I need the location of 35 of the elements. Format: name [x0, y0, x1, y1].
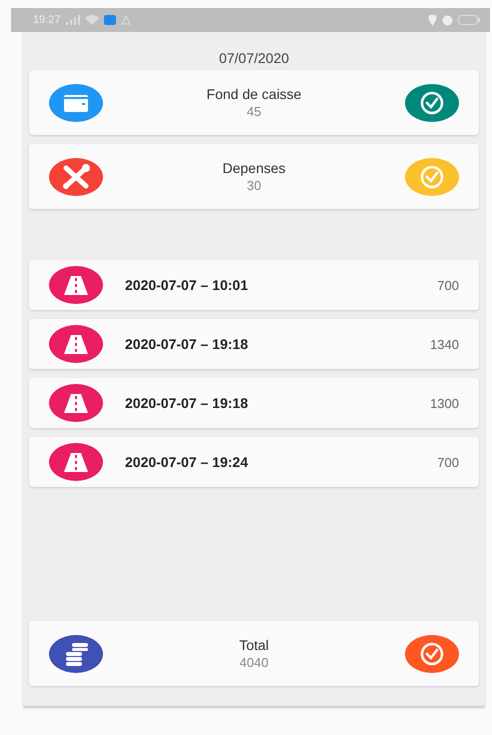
card-title: Depenses — [222, 160, 286, 176]
check-circle-icon[interactable] — [405, 158, 459, 196]
road-icon — [49, 443, 103, 481]
entry-card[interactable]: 2020-07-07 – 19:18 1300 — [29, 378, 479, 428]
card-title: Fond de caisse — [206, 86, 302, 102]
summary-card[interactable]: Depenses 30 — [29, 144, 479, 209]
entry-card[interactable]: 2020-07-07 – 10:01 700 — [29, 260, 479, 310]
check-circle-icon[interactable] — [405, 634, 459, 672]
check-circle-icon[interactable] — [405, 84, 459, 122]
wifi-icon — [84, 15, 99, 25]
card-value: 45 — [246, 104, 262, 119]
card-value: 30 — [246, 178, 262, 193]
location-icon — [428, 14, 437, 26]
entry-card[interactable]: 2020-07-07 – 19:24 700 — [29, 437, 479, 487]
card-value: 4040 — [240, 655, 268, 670]
road-icon — [49, 325, 103, 363]
entry-datetime: 2020-07-07 – 10:01 — [125, 277, 249, 293]
battery-icon — [458, 15, 480, 25]
entry-datetime: 2020-07-07 – 19:24 — [125, 454, 249, 470]
entry-card[interactable]: 2020-07-07 – 19:18 1340 — [29, 319, 479, 369]
entry-amount: 700 — [437, 454, 459, 470]
entry-amount: 700 — [437, 278, 459, 292]
summary-card[interactable]: Fond de caisse 45 — [29, 70, 479, 135]
entry-amount: 1300 — [430, 396, 459, 410]
date-label: 07/07/2020 — [218, 50, 290, 66]
entry-datetime: 2020-07-07 – 19:18 — [125, 395, 249, 411]
warning-icon — [120, 15, 131, 25]
road-icon — [49, 384, 103, 422]
road-icon — [49, 266, 103, 304]
entry-amount: 1340 — [430, 336, 459, 352]
summary-card[interactable]: Total 4040 — [29, 621, 479, 686]
entry-datetime: 2020-07-07 – 19:18 — [125, 336, 249, 352]
notification-icon — [104, 15, 116, 25]
signal-icon — [66, 15, 80, 25]
card-title: Total — [239, 637, 269, 653]
